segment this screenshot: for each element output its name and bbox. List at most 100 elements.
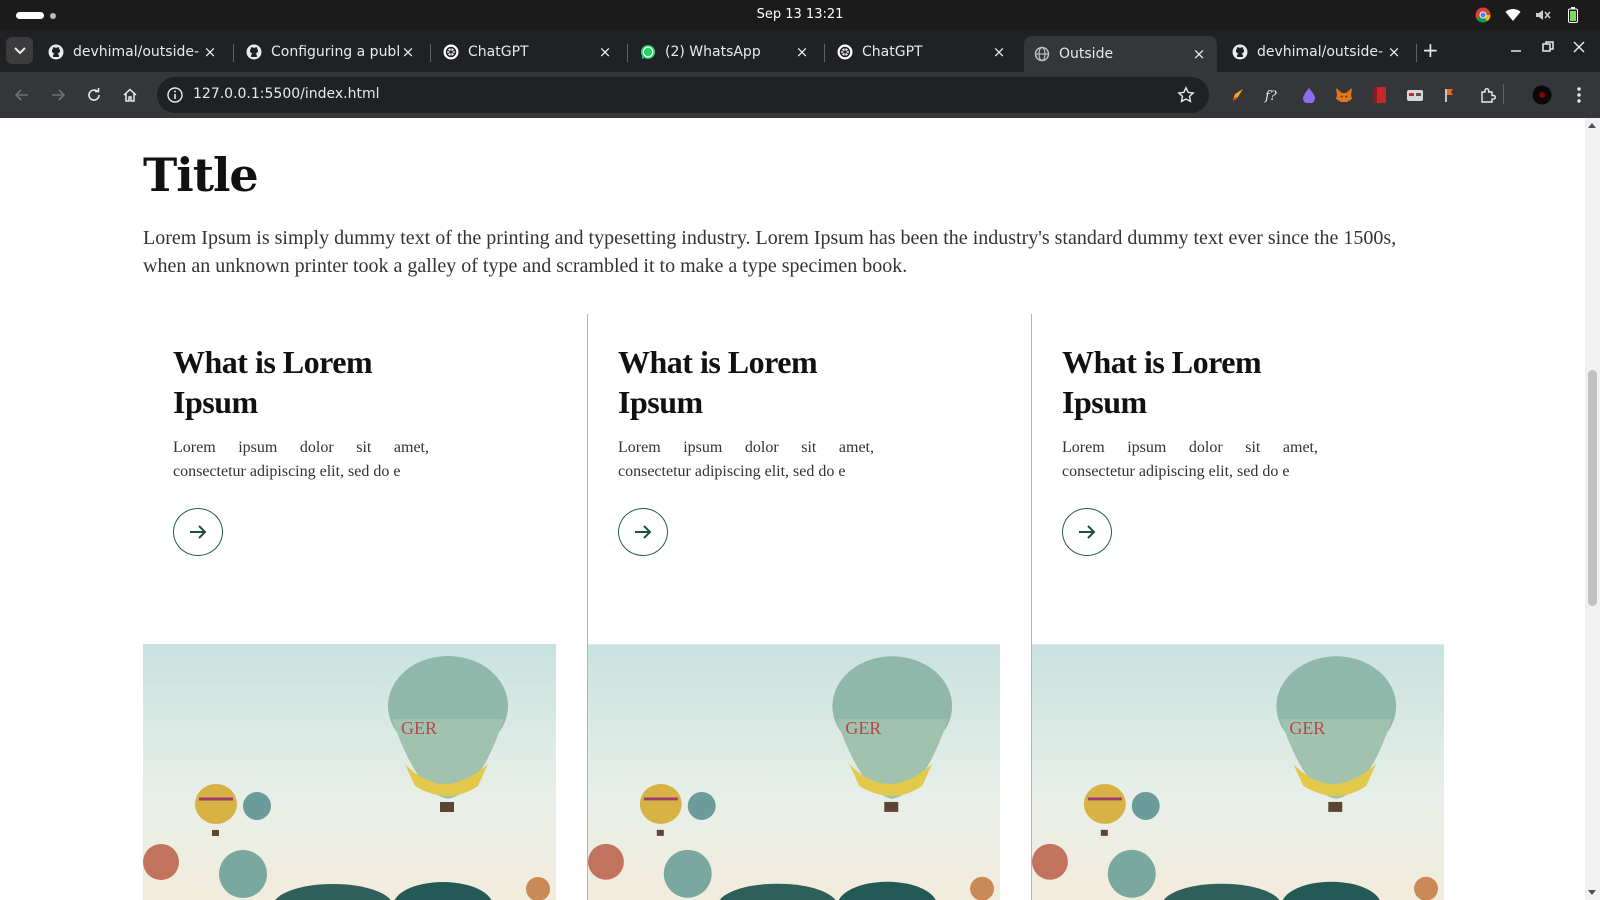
- arrow-right-icon: [52, 89, 66, 101]
- browser-toolbar: 127.0.0.1:5500/index.html f?: [0, 72, 1600, 118]
- os-top-bar: Sep 13 13:21: [0, 0, 1600, 30]
- github-icon: [1232, 44, 1248, 60]
- chrome-icon[interactable]: [1474, 6, 1492, 24]
- info-card: What is Lorem Ipsum Lorem ipsum dolor si…: [143, 314, 587, 900]
- minimize-button[interactable]: [1510, 41, 1522, 57]
- tab-separator: [233, 44, 234, 62]
- card-arrow-button[interactable]: [618, 508, 668, 556]
- restore-button[interactable]: [1542, 41, 1554, 57]
- wifi-icon[interactable]: [1504, 6, 1522, 24]
- tab-close-button[interactable]: ×: [991, 43, 1007, 61]
- battery-icon[interactable]: [1564, 6, 1582, 24]
- chevron-down-icon: [13, 46, 26, 54]
- tab-close-button[interactable]: ×: [1386, 43, 1402, 61]
- scroll-up-arrow[interactable]: [1588, 123, 1596, 128]
- address-bar[interactable]: 127.0.0.1:5500/index.html: [157, 77, 1209, 113]
- hot-air-balloons-image: GER: [588, 644, 1000, 900]
- tab-configuring[interactable]: Configuring a publ ×: [236, 36, 426, 68]
- reload-icon: [88, 88, 100, 101]
- browser-menu-button[interactable]: [1569, 85, 1589, 105]
- card-text: Lorem ipsum dolor sit amet, consectetur …: [618, 439, 874, 480]
- github-icon: [246, 44, 262, 60]
- tab-devhimal-1[interactable]: devhimal/outside- ×: [38, 36, 228, 68]
- card-text: Lorem ipsum dolor sit amet, consectetur …: [1062, 439, 1318, 480]
- card-text: Lorem ipsum dolor sit amet, consectetur …: [173, 439, 429, 480]
- whatsapp-icon: [641, 45, 655, 59]
- drop-extension-icon[interactable]: [1299, 85, 1319, 105]
- scroll-thumb[interactable]: [1588, 370, 1597, 606]
- new-tab-button[interactable]: +: [1422, 38, 1439, 62]
- profile-avatar[interactable]: [1532, 85, 1552, 105]
- extensions-puzzle-icon[interactable]: [1478, 85, 1498, 105]
- restore-icon: [1542, 41, 1554, 52]
- tab-close-button[interactable]: ×: [202, 43, 218, 61]
- reload-button[interactable]: [84, 85, 104, 105]
- arrow-right-icon: [190, 525, 207, 539]
- tab-strip: devhimal/outside- × Configuring a publ ×…: [0, 30, 1600, 72]
- tools-extension-icon[interactable]: [1405, 85, 1425, 105]
- card-arrow-button[interactable]: [1062, 508, 1112, 556]
- hot-air-balloons-image: GER: [1032, 644, 1444, 900]
- volume-muted-icon[interactable]: [1534, 6, 1552, 24]
- svg-text:f?: f?: [1264, 89, 1278, 103]
- url-text[interactable]: 127.0.0.1:5500/index.html: [193, 86, 380, 102]
- home-button[interactable]: [120, 85, 140, 105]
- tab-close-button[interactable]: ×: [1191, 45, 1207, 63]
- globe-icon: [1034, 46, 1050, 62]
- forward-button[interactable]: [48, 85, 68, 105]
- os-clock[interactable]: Sep 13 13:21: [0, 7, 1600, 22]
- card-arrow-button[interactable]: [173, 508, 223, 556]
- arrow-left-icon: [14, 89, 28, 101]
- home-icon: [123, 88, 137, 102]
- tab-separator: [627, 44, 628, 62]
- flag-extension-icon[interactable]: [1441, 85, 1461, 105]
- minimize-icon: [1511, 50, 1521, 52]
- page-intro-text: Lorem Ipsum is simply dummy text of the …: [143, 227, 1397, 277]
- tab-whatsapp[interactable]: (2) WhatsApp ×: [630, 36, 820, 68]
- chatgpt-icon: [837, 44, 853, 60]
- system-tray[interactable]: [1474, 6, 1582, 24]
- tab-label: Configuring a publ: [271, 44, 400, 60]
- tab-separator: [1416, 44, 1417, 62]
- tab-close-button[interactable]: ×: [794, 43, 810, 61]
- arrow-right-icon: [635, 525, 652, 539]
- site-info-icon[interactable]: [166, 86, 184, 104]
- hot-air-balloons-image: GER: [143, 644, 556, 900]
- info-card: What is Lorem Ipsum Lorem ipsum dolor si…: [587, 314, 1031, 900]
- close-window-button[interactable]: [1573, 41, 1585, 57]
- tab-close-button[interactable]: ×: [597, 43, 613, 61]
- tab-label: ChatGPT: [468, 44, 529, 60]
- card-title: What is Lorem Ipsum: [618, 344, 818, 420]
- metamask-fox-icon[interactable]: [1334, 85, 1354, 105]
- arrow-right-icon: [1079, 525, 1096, 539]
- tab-devhimal-2[interactable]: devhimal/outside- ×: [1222, 36, 1412, 68]
- tab-separator: [824, 44, 825, 62]
- tab-outside[interactable]: Outside ×: [1024, 36, 1217, 72]
- github-icon: [48, 44, 64, 60]
- page-viewport: Title Lorem Ipsum is simply dummy text o…: [0, 118, 1585, 900]
- toolbar-divider: [1503, 84, 1504, 104]
- svg-text:GER: GER: [845, 718, 881, 738]
- card-title: What is Lorem Ipsum: [173, 344, 373, 420]
- kebab-menu-icon: [1577, 87, 1581, 103]
- tab-search-button[interactable]: [6, 37, 33, 64]
- scroll-down-arrow[interactable]: [1588, 890, 1596, 895]
- page-title: Title: [143, 148, 259, 202]
- tab-label: (2) WhatsApp: [665, 44, 761, 60]
- tab-label: ChatGPT: [862, 44, 923, 60]
- chatgpt-icon: [443, 44, 459, 60]
- tab-separator: [430, 44, 431, 62]
- bookmark-red-icon[interactable]: [1370, 85, 1390, 105]
- tab-chatgpt-1[interactable]: ChatGPT ×: [433, 36, 623, 68]
- star-icon[interactable]: [1177, 86, 1195, 104]
- card-title: What is Lorem Ipsum: [1062, 344, 1262, 420]
- tab-chatgpt-2[interactable]: ChatGPT ×: [827, 36, 1017, 68]
- svg-text:GER: GER: [401, 718, 437, 738]
- page-scrollbar[interactable]: [1585, 118, 1600, 900]
- back-button[interactable]: [12, 85, 32, 105]
- function-extension-icon[interactable]: f?: [1263, 85, 1283, 105]
- pen-extension-icon[interactable]: [1228, 85, 1248, 105]
- tab-close-button[interactable]: ×: [400, 43, 416, 61]
- tab-label: devhimal/outside-: [73, 44, 200, 60]
- tab-label: devhimal/outside-: [1257, 44, 1384, 60]
